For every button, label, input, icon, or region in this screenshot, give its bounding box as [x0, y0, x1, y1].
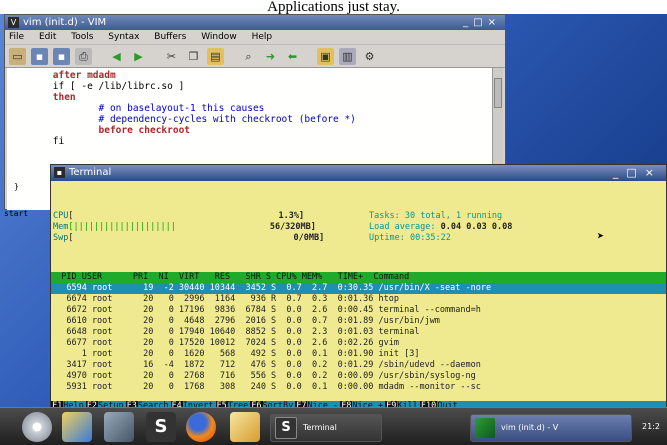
- minimize-icon[interactable]: _: [613, 166, 627, 179]
- swap-meter: Swp[0/0MB]: [53, 233, 325, 243]
- maximize-icon[interactable]: □: [626, 166, 644, 179]
- terminal-window-controls[interactable]: _□×: [613, 165, 662, 181]
- load-session-icon[interactable]: ▣: [317, 47, 334, 65]
- uptime-info: Uptime: 00:35:22: [369, 233, 451, 243]
- menu-help[interactable]: Help: [252, 32, 273, 42]
- process-row[interactable]: 6674 root 20 0 2996 1164 936 R 0.7 0.3 0…: [51, 294, 666, 305]
- terminal-task-icon: S: [275, 416, 297, 439]
- disc-icon[interactable]: [22, 412, 52, 442]
- save-all-icon[interactable]: ▪: [53, 47, 70, 65]
- gvim-menubar: File Edit Tools Syntax Buffers Window He…: [5, 30, 505, 45]
- paste-icon[interactable]: ▤: [207, 47, 224, 65]
- vim-logo-icon: V: [8, 17, 19, 28]
- desktop-strip: } start: [0, 164, 50, 414]
- back-icon[interactable]: ⬅: [284, 48, 301, 65]
- cpu-meter: CPU[1.3%]: [53, 211, 305, 221]
- scrollbar-thumb[interactable]: [494, 78, 502, 108]
- editor-line[interactable]: if [ -e /lib/librc.so ]: [7, 81, 495, 92]
- htop-screen[interactable]: CPU[1.3%] Mem[|||||||||||||||||||| 56/320…: [51, 181, 666, 413]
- gvim-toolbar: ▭ ▪ ▪ ⎙ ◀ ▶ ✂ ❐ ▤ ⌕ ➜ ⬅ ▣ ▥ ⚙: [5, 45, 505, 68]
- menu-window[interactable]: Window: [201, 32, 237, 42]
- settings-icon[interactable]: [104, 412, 134, 442]
- process-row[interactable]: 1 root 20 0 1620 568 492 S 0.0 0.1 0:01.…: [51, 349, 666, 360]
- open-icon[interactable]: ▭: [9, 47, 26, 65]
- process-row[interactable]: 6648 root 20 0 17940 10640 8852 S 0.0 2.…: [51, 327, 666, 338]
- process-table-header[interactable]: PID USER PRI NI VIRT RES SHR S CPU% MEM%…: [51, 272, 666, 283]
- process-row[interactable]: 6594 root 19 -2 30440 10344 3452 S 0.7 2…: [51, 283, 666, 294]
- save-icon[interactable]: ▪: [31, 47, 48, 65]
- undo-icon[interactable]: ◀: [108, 48, 125, 65]
- redo-icon[interactable]: ▶: [130, 48, 147, 65]
- terminal-title: Terminal: [69, 167, 112, 178]
- terminal-icon: ▪: [54, 167, 65, 178]
- menu-file[interactable]: File: [9, 32, 24, 42]
- process-row[interactable]: 4970 root 20 0 2768 716 556 S 0.0 0.2 0:…: [51, 371, 666, 382]
- desktop-text-start: start: [4, 209, 29, 218]
- file-manager-icon[interactable]: [62, 412, 92, 442]
- menu-syntax[interactable]: Syntax: [108, 32, 139, 42]
- minimize-icon[interactable]: _: [463, 17, 473, 28]
- editor-line[interactable]: # on baselayout-1 this causes: [7, 103, 495, 114]
- mail-icon[interactable]: [230, 412, 260, 442]
- process-row[interactable]: 5931 root 20 0 1768 308 240 S 0.0 0.1 0:…: [51, 382, 666, 393]
- process-row[interactable]: 6672 root 20 0 17196 9836 6784 S 0.0 2.6…: [51, 305, 666, 316]
- close-icon[interactable]: ×: [488, 17, 501, 28]
- window-controls[interactable]: _□×: [463, 15, 501, 30]
- desktop-text-brace: }: [14, 182, 19, 191]
- menu-edit[interactable]: Edit: [39, 32, 56, 42]
- process-row[interactable]: 6677 root 20 0 17520 10012 7024 S 0.0 2.…: [51, 338, 666, 349]
- taskbar-terminal-label: Terminal: [303, 423, 337, 432]
- print-icon[interactable]: ⎙: [75, 47, 92, 65]
- taskbar-item-gvim[interactable]: vim (init.d) - V: [470, 414, 632, 442]
- editor-line[interactable]: # dependency-cycles with checkroot (befo…: [7, 114, 495, 125]
- mouse-pointer-icon: ➤: [597, 229, 605, 243]
- editor-line[interactable]: then: [7, 92, 495, 103]
- editor-line[interactable]: before checkroot: [7, 125, 495, 136]
- taskbar: S S Terminal vim (init.d) - V 21:2: [0, 407, 667, 445]
- maximize-icon[interactable]: □: [473, 17, 487, 28]
- forward-icon[interactable]: ➜: [262, 48, 279, 65]
- load-average: Load average: 0.04 0.03 0.08: [369, 222, 513, 232]
- menu-tools[interactable]: Tools: [71, 32, 93, 42]
- taskbar-item-terminal[interactable]: S Terminal: [270, 414, 382, 442]
- taskbar-gvim-label: vim (init.d) - V: [501, 423, 559, 432]
- terminal-window[interactable]: ▪ Terminal _□× CPU[1.3%] Mem[|||||||||||…: [50, 164, 667, 414]
- clock: 21:2: [642, 422, 660, 431]
- mem-meter: Mem[|||||||||||||||||||| 56/320MB]: [53, 222, 316, 232]
- cut-icon[interactable]: ✂: [163, 48, 180, 65]
- gvim-title: vim (init.d) - VIM: [23, 17, 107, 28]
- firefox-icon[interactable]: [186, 412, 216, 442]
- find-replace-icon[interactable]: ⌕: [240, 48, 257, 65]
- editor-line[interactable]: after mdadm: [7, 70, 495, 81]
- terminal-titlebar[interactable]: ▪ Terminal _□×: [51, 165, 666, 181]
- caption-text: Applications just stay.: [0, 0, 667, 14]
- copy-icon[interactable]: ❐: [185, 48, 202, 65]
- process-row[interactable]: 3417 root 16 -4 1872 712 476 S 0.0 0.2 0…: [51, 360, 666, 371]
- desktop: V vim (init.d) - VIM _□× File Edit Tools…: [0, 14, 667, 445]
- close-icon[interactable]: ×: [645, 166, 662, 179]
- tasks-info: Tasks: 30 total, 1 running: [369, 211, 503, 221]
- editor-line[interactable]: fi: [7, 136, 495, 147]
- vim-task-icon: [475, 417, 495, 438]
- run-script-icon[interactable]: ⚙: [361, 48, 378, 65]
- gvim-titlebar[interactable]: V vim (init.d) - VIM _□×: [5, 15, 505, 30]
- terminal-launcher-icon[interactable]: S: [146, 412, 176, 442]
- process-row[interactable]: 6610 root 20 0 4648 2796 2016 S 0.0 0.7 …: [51, 316, 666, 327]
- save-session-icon[interactable]: ▥: [339, 47, 356, 65]
- menu-buffers[interactable]: Buffers: [154, 32, 186, 42]
